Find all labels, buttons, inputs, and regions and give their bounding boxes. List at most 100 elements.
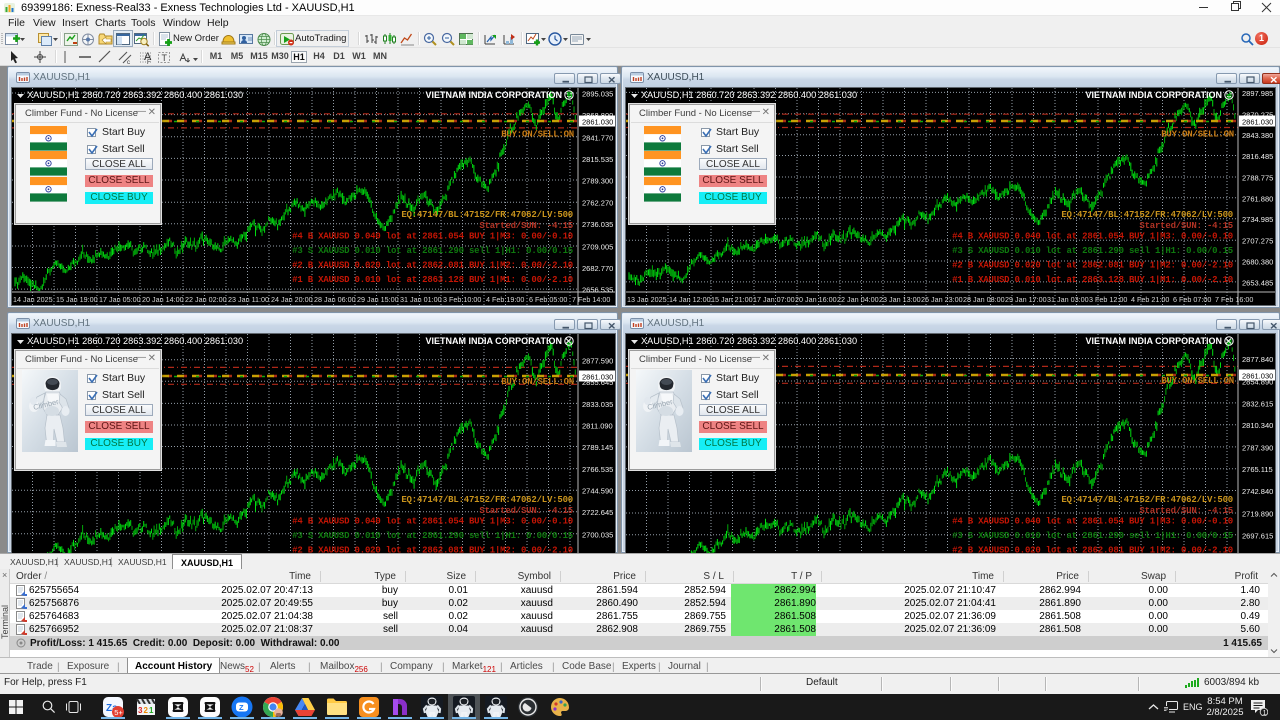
svg-text:Z: Z — [239, 703, 244, 712]
svg-text:2719.890: 2719.890 — [1242, 510, 1273, 519]
svg-text:6 Feb 07:00: 6 Feb 07:00 — [1173, 295, 1211, 304]
svg-text:31 Jan 03:00: 31 Jan 03:00 — [1047, 295, 1089, 304]
svg-text:20 Jan 16:00: 20 Jan 16:00 — [795, 295, 837, 304]
svg-text:1: 1 — [1263, 710, 1267, 716]
svg-text:Started/SUN: -4:15: Started/SUN: -4:15 — [479, 221, 573, 231]
svg-text:2841.770: 2841.770 — [582, 133, 613, 142]
svg-text:#3 S XAUUSD 0.010 lot at 2861.: #3 S XAUUSD 0.010 lot at 2861.290 sell 1… — [952, 246, 1233, 256]
svg-text:#3 S XAUUSD 0.010 lot at 2861.: #3 S XAUUSD 0.010 lot at 2861.290 sell 1… — [292, 531, 573, 541]
svg-text:2707.275: 2707.275 — [1242, 237, 1273, 246]
svg-text:XAUUSD,H1 2860.720 2863.392 2: XAUUSD,H1 2860.720 2863.392 2860.400 286… — [641, 90, 857, 100]
svg-text:EQ:47147/BL:47152/FR:47062/LV:: EQ:47147/BL:47152/FR:47062/LV:500 — [1061, 495, 1233, 505]
svg-text:#1 B XAUUSD 0.010 lot at 2863.: #1 B XAUUSD 0.010 lot at 2863.128 BUY 1|… — [292, 275, 573, 285]
svg-text:XAUUSD,H1 2860.720 2863.392 2: XAUUSD,H1 2860.720 2863.392 2860.400 286… — [27, 90, 243, 100]
svg-text:17 Jan 07:00: 17 Jan 07:00 — [753, 295, 795, 304]
svg-text:2765.115: 2765.115 — [1242, 465, 1273, 474]
svg-text:c: c — [127, 60, 130, 65]
svg-text:#3 S XAUUSD 0.010 lot at 2861.: #3 S XAUUSD 0.010 lot at 2861.290 sell 1… — [952, 531, 1233, 541]
svg-text:#2 B XAUUSD 0.020 lot at 2862.: #2 B XAUUSD 0.020 lot at 2862.081 BUY 1|… — [292, 261, 573, 271]
svg-text:BUY:ON/SELL:ON: BUY:ON/SELL:ON — [1161, 130, 1234, 140]
svg-text:Started/SUN: -4:15: Started/SUN: -4:15 — [1139, 506, 1233, 516]
svg-text:VIETNAM INDIA CORPORATION: VIETNAM INDIA CORPORATION — [1086, 336, 1223, 346]
svg-text:2789.300: 2789.300 — [582, 177, 613, 186]
svg-text:2861.030: 2861.030 — [1242, 372, 1273, 381]
svg-text:2680.380: 2680.380 — [1242, 258, 1273, 267]
svg-text:6 Feb 05:00: 6 Feb 05:00 — [529, 295, 567, 304]
svg-text:2832.615: 2832.615 — [1242, 399, 1273, 408]
svg-text:#2 B XAUUSD 0.020 lot at 2862.: #2 B XAUUSD 0.020 lot at 2862.081 BUY 1|… — [952, 261, 1233, 271]
svg-text:2897.985: 2897.985 — [1242, 89, 1273, 98]
svg-text:2833.035: 2833.035 — [582, 400, 613, 409]
svg-text:23 Jan 13:00: 23 Jan 13:00 — [879, 295, 921, 304]
svg-text:13 Jan 2025: 13 Jan 2025 — [627, 295, 667, 304]
svg-text:4 Feb 21:00: 4 Feb 21:00 — [1131, 295, 1169, 304]
svg-text:2810.340: 2810.340 — [1242, 421, 1273, 430]
svg-text:VIETNAM INDIA CORPORATION: VIETNAM INDIA CORPORATION — [426, 336, 563, 346]
svg-text:22 Jan 02:00: 22 Jan 02:00 — [185, 295, 227, 304]
svg-text:2787.390: 2787.390 — [1242, 443, 1273, 452]
svg-text:2843.380: 2843.380 — [1242, 131, 1273, 140]
svg-text:3: 3 — [138, 706, 143, 715]
svg-text:26 Jan 23:00: 26 Jan 23:00 — [921, 295, 963, 304]
svg-text:VIETNAM INDIA CORPORATION: VIETNAM INDIA CORPORATION — [426, 90, 563, 100]
svg-text:28 Jan 06:00: 28 Jan 06:00 — [314, 295, 356, 304]
svg-text:2789.145: 2789.145 — [582, 443, 613, 452]
svg-text:3 Feb 12:00: 3 Feb 12:00 — [1089, 295, 1127, 304]
svg-text:2815.535: 2815.535 — [582, 155, 613, 164]
svg-text:#1 B XAUUSD 0.010 lot at 2863.: #1 B XAUUSD 0.010 lot at 2863.128 BUY 1|… — [952, 275, 1233, 285]
svg-text:EQ:47147/BL:47152/FR:47062/LV:: EQ:47147/BL:47152/FR:47062/LV:500 — [401, 210, 573, 220]
svg-text:5+: 5+ — [114, 708, 123, 717]
svg-text:17 Jan 05:00: 17 Jan 05:00 — [99, 295, 141, 304]
svg-text:Started/SUN: -4:15: Started/SUN: -4:15 — [1139, 221, 1233, 231]
svg-text:2861.030: 2861.030 — [1242, 118, 1273, 127]
svg-text:XAUUSD,H1 2860.720 2863.392 2: XAUUSD,H1 2860.720 2863.392 2860.400 286… — [27, 336, 243, 346]
svg-text:2877.840: 2877.840 — [1242, 355, 1273, 364]
svg-text:#4 B XAUUSD 0.040 lot at 2861.: #4 B XAUUSD 0.040 lot at 2861.054 BUY 1|… — [952, 232, 1233, 242]
svg-text:14 Jan 12:00: 14 Jan 12:00 — [669, 295, 711, 304]
svg-text:XAUUSD,H1 2860.720 2863.392 2: XAUUSD,H1 2860.720 2863.392 2860.400 286… — [641, 336, 857, 346]
svg-text:2895.035: 2895.035 — [582, 90, 613, 99]
svg-text:2653.485: 2653.485 — [1242, 278, 1273, 287]
svg-text:BUY:ON/SELL:ON: BUY:ON/SELL:ON — [501, 377, 574, 387]
svg-text:3 Feb 10:00: 3 Feb 10:00 — [443, 295, 481, 304]
svg-text:2762.270: 2762.270 — [582, 199, 613, 208]
svg-text:14 Jan 2025: 14 Jan 2025 — [13, 295, 53, 304]
svg-text:2734.985: 2734.985 — [1242, 215, 1273, 224]
svg-text:Started/SUN: -4:15: Started/SUN: -4:15 — [479, 506, 573, 516]
svg-text:VIETNAM INDIA CORPORATION: VIETNAM INDIA CORPORATION — [1086, 90, 1223, 100]
svg-text:2722.645: 2722.645 — [582, 508, 613, 517]
svg-text:4 Feb 19:00: 4 Feb 19:00 — [486, 295, 524, 304]
svg-text:BUY:ON/SELL:ON: BUY:ON/SELL:ON — [1161, 376, 1234, 386]
svg-text:2788.775: 2788.775 — [1242, 174, 1273, 183]
svg-text:15 Jan 19:00: 15 Jan 19:00 — [56, 295, 98, 304]
svg-text:24 Jan 20:00: 24 Jan 20:00 — [271, 295, 313, 304]
svg-text:2736.035: 2736.035 — [582, 220, 613, 229]
svg-text:EQ:47147/BL:47152/FR:47062/LV:: EQ:47147/BL:47152/FR:47062/LV:500 — [401, 495, 573, 505]
svg-text:#4 B XAUUSD 0.040 lot at 2861.: #4 B XAUUSD 0.040 lot at 2861.054 BUY 1|… — [292, 517, 573, 527]
svg-text:2761.880: 2761.880 — [1242, 194, 1273, 203]
svg-text:15 Jan 21:00: 15 Jan 21:00 — [711, 295, 753, 304]
svg-text:20 Jan 14:00: 20 Jan 14:00 — [142, 295, 184, 304]
svg-text:2877.590: 2877.590 — [582, 356, 613, 365]
svg-text:2742.840: 2742.840 — [1242, 487, 1273, 496]
svg-text:2766.535: 2766.535 — [582, 465, 613, 474]
svg-text:2861.030: 2861.030 — [582, 373, 613, 382]
svg-text:28 Jan 08:00: 28 Jan 08:00 — [963, 295, 1005, 304]
svg-text:2656.535: 2656.535 — [582, 286, 613, 295]
svg-text:2861.030: 2861.030 — [582, 118, 613, 127]
svg-text:EQ:47147/BL:47152/FR:47062/LV:: EQ:47147/BL:47152/FR:47062/LV:500 — [1061, 210, 1233, 220]
svg-text:1: 1 — [149, 706, 154, 715]
svg-text:29 Jan 15:00: 29 Jan 15:00 — [357, 295, 399, 304]
svg-text:2700.035: 2700.035 — [582, 530, 613, 539]
svg-text:7 Feb 14:00: 7 Feb 14:00 — [572, 295, 610, 304]
svg-text:2816.485: 2816.485 — [1242, 152, 1273, 161]
svg-text:7 Feb 16:00: 7 Feb 16:00 — [1215, 295, 1253, 304]
svg-text:#4 B XAUUSD 0.040 lot at 2861.: #4 B XAUUSD 0.040 lot at 2861.054 BUY 1|… — [292, 232, 573, 242]
svg-text:#3 S XAUUSD 0.010 lot at 2861.: #3 S XAUUSD 0.010 lot at 2861.290 sell 1… — [292, 246, 573, 256]
svg-text:2: 2 — [144, 706, 149, 715]
svg-text:31 Jan 01:00: 31 Jan 01:00 — [400, 295, 442, 304]
svg-text:#4 B XAUUSD 0.040 lot at 2861.: #4 B XAUUSD 0.040 lot at 2861.054 BUY 1|… — [952, 517, 1233, 527]
svg-text:23 Jan 11:00: 23 Jan 11:00 — [228, 295, 269, 304]
svg-text:BUY:ON/SELL:ON: BUY:ON/SELL:ON — [501, 130, 574, 140]
svg-text:2697.615: 2697.615 — [1242, 531, 1273, 540]
